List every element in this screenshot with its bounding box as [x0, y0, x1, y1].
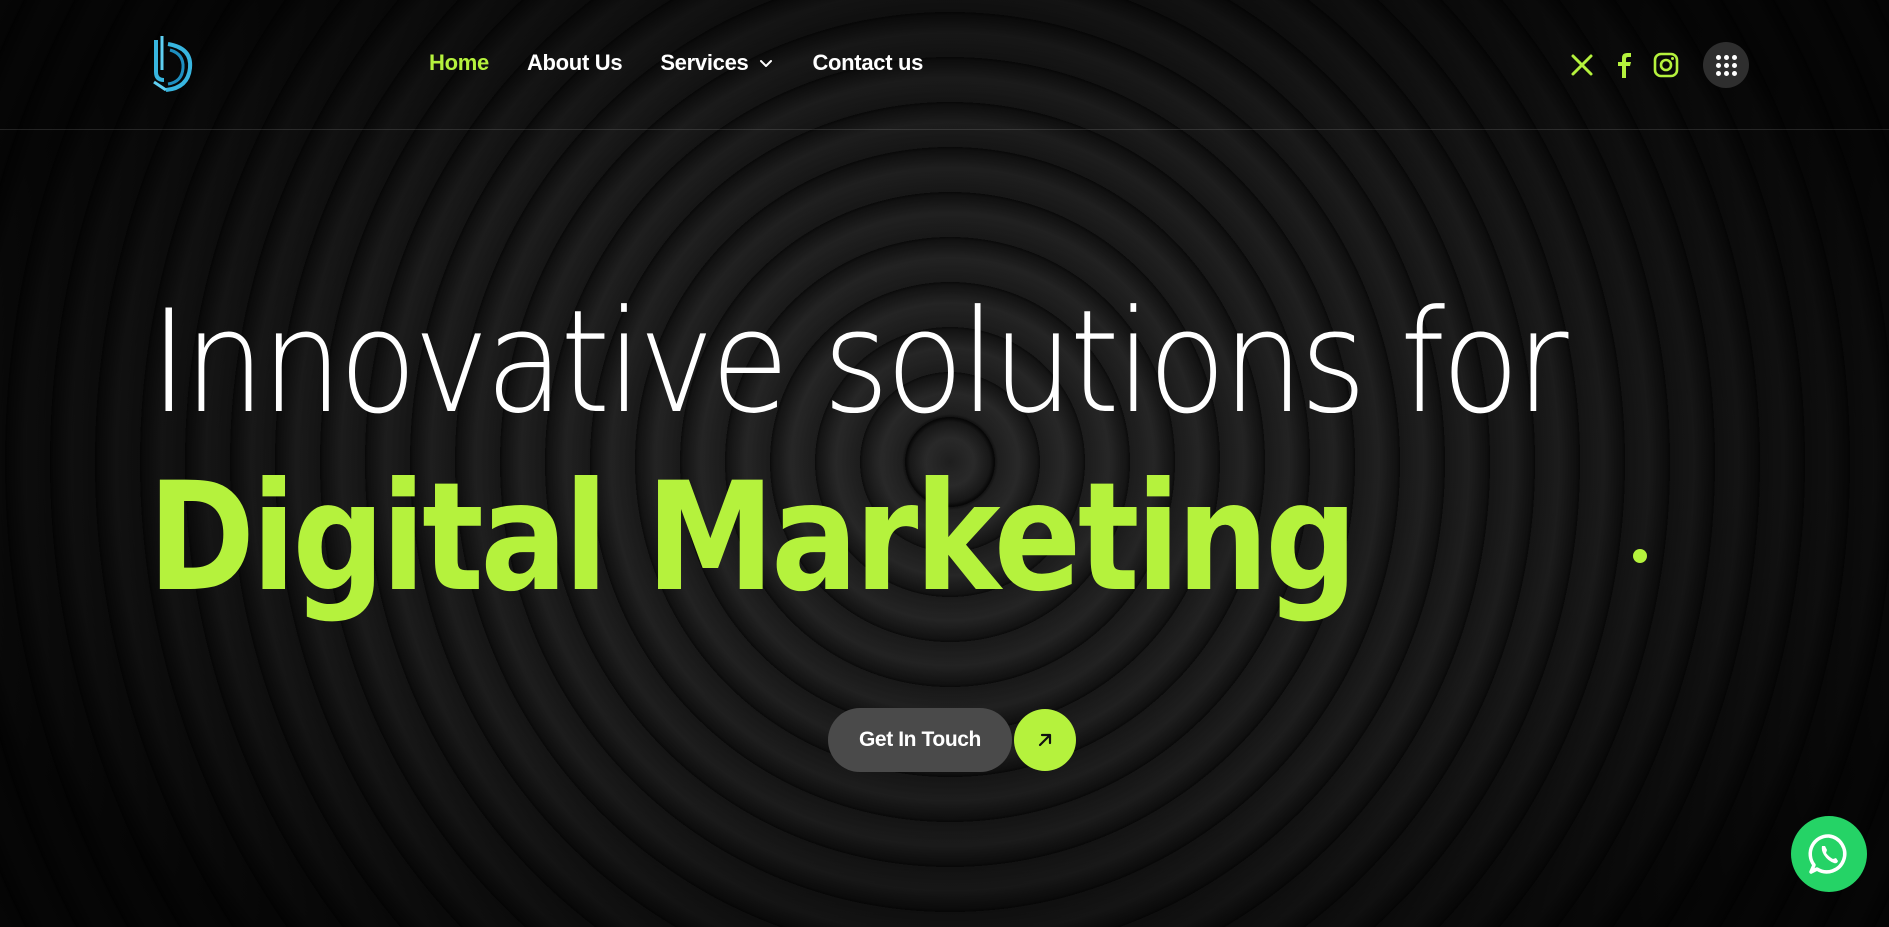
hero-headline: Innovative solutions for	[150, 280, 1569, 445]
nav-services-label: Services	[660, 50, 749, 75]
nav-contact-label: Contact us	[812, 50, 924, 75]
whatsapp-button[interactable]	[1791, 816, 1867, 892]
facebook-icon[interactable]	[1611, 52, 1637, 78]
accent-dot	[1633, 549, 1647, 563]
main-nav: Home About Us Services Contact us	[429, 50, 961, 76]
social-links	[1569, 42, 1749, 88]
hero-highlight: Digital Marketing	[148, 451, 1358, 625]
whatsapp-icon	[1808, 834, 1847, 874]
cta-arrow-button[interactable]	[1013, 709, 1076, 771]
instagram-icon[interactable]	[1653, 52, 1679, 78]
nav-home[interactable]: Home	[429, 50, 489, 76]
nav-about-label: About Us	[526, 50, 623, 75]
nav-contact-us[interactable]: Contact us	[812, 50, 923, 76]
site-header: Home About Us Services Contact us	[0, 0, 1889, 130]
grid-menu-button[interactable]	[1703, 42, 1749, 88]
cta-group: Get In Touch	[828, 708, 1076, 772]
nav-about-us[interactable]: About Us	[526, 50, 623, 76]
grid-menu-icon	[1715, 54, 1737, 76]
x-twitter-icon[interactable]	[1569, 52, 1595, 78]
chevron-down-icon	[760, 60, 773, 67]
get-in-touch-button[interactable]: Get In Touch	[828, 708, 1012, 772]
nav-services[interactable]: Services	[660, 50, 774, 76]
nav-home-label: Home	[429, 50, 489, 75]
arrow-up-right-icon	[1038, 733, 1052, 747]
brand-logo-icon[interactable]	[150, 34, 196, 94]
